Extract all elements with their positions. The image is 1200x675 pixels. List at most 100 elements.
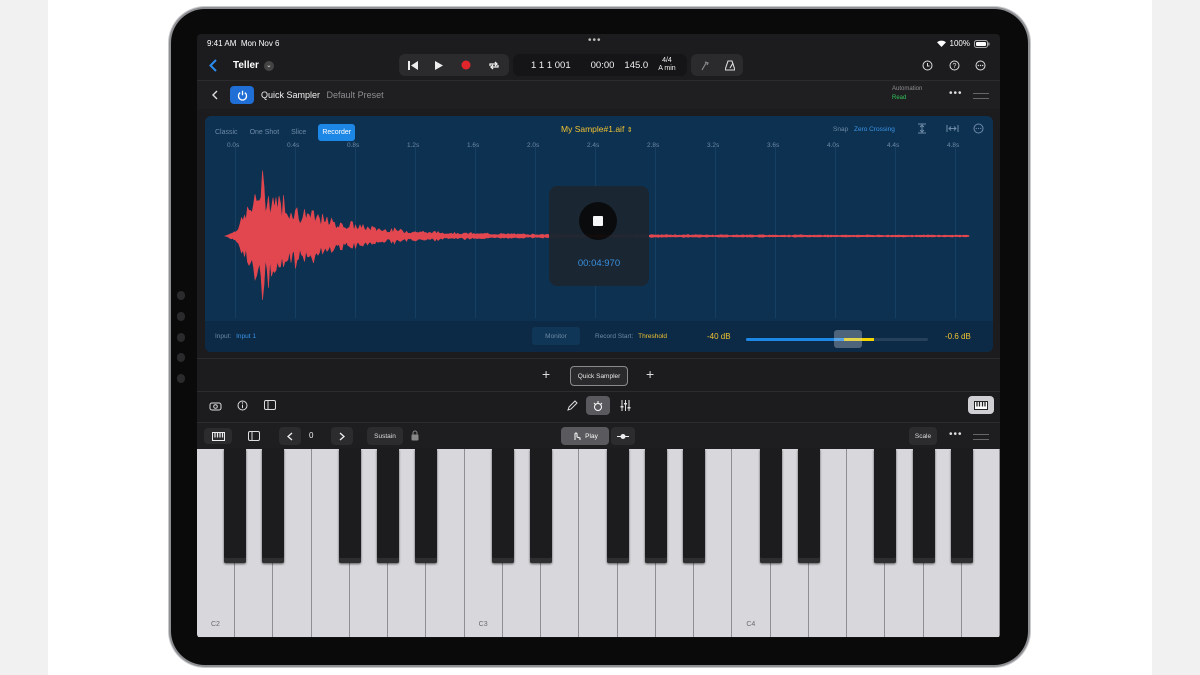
plugin-view-button[interactable] (586, 396, 610, 415)
add-plugin-left-button[interactable]: + (542, 366, 550, 382)
black-key[interactable] (912, 449, 935, 563)
battery-icon (974, 39, 990, 48)
power-icon (237, 90, 247, 101)
ellipsis-icon[interactable]: ••• (949, 429, 963, 440)
chevron-down-icon: ⌄ (263, 60, 274, 71)
stop-icon (593, 216, 603, 226)
keyboard-layout-button[interactable] (204, 428, 232, 444)
record-icon[interactable] (461, 60, 471, 70)
bar-position: 1 1 1 001 (531, 59, 571, 71)
black-key[interactable] (874, 449, 897, 563)
recording-time: 00:04:970 (577, 258, 621, 269)
black-key[interactable] (606, 449, 629, 563)
threshold-value: -40 dB (707, 332, 731, 341)
stop-record-button[interactable] (579, 202, 617, 240)
metronome-icon[interactable] (725, 59, 735, 71)
monitor-label: Monitor (545, 332, 567, 340)
preset-name[interactable]: Default Preset (327, 90, 384, 100)
plugin-name: Quick Sampler (261, 90, 321, 100)
info-icon[interactable] (237, 400, 248, 411)
black-key[interactable] (224, 449, 247, 563)
octave-label: C2 (211, 621, 220, 628)
glide-icon (617, 433, 629, 439)
octave-up-button[interactable] (331, 427, 353, 445)
black-key[interactable] (683, 449, 706, 563)
record-start-selector[interactable]: Threshold (638, 333, 667, 340)
library-icon[interactable] (209, 400, 222, 411)
octave-label: C4 (746, 621, 756, 628)
piano-keyboard: C2 C3 C4 (197, 449, 1000, 638)
history-icon[interactable] (922, 60, 933, 71)
glide-mode-button[interactable] (611, 427, 635, 445)
keyboard-view-button[interactable] (968, 396, 994, 414)
black-key[interactable] (530, 449, 553, 563)
browser-icon[interactable] (264, 400, 276, 410)
octave-down-button[interactable] (279, 427, 301, 445)
help-icon[interactable]: ? (949, 60, 960, 71)
black-key[interactable] (644, 449, 667, 563)
black-key[interactable] (415, 449, 438, 563)
lcd-display[interactable]: 1 1 1 001 00:00 145.0 4/4 A min (513, 54, 687, 76)
monitor-button[interactable]: Monitor (532, 327, 580, 345)
black-key[interactable] (950, 449, 973, 563)
tuner-metronome-group (691, 54, 743, 76)
black-key[interactable] (797, 449, 820, 563)
sidebar-icon[interactable] (248, 431, 260, 441)
recording-overlay: 00:04:970 (549, 186, 649, 286)
knob-icon (593, 400, 603, 411)
status-date: Mon Nov 6 (240, 39, 280, 48)
cycle-icon[interactable] (488, 61, 500, 70)
sustain-label: Sustain (374, 432, 396, 440)
app-screen: 9:41 AM Mon Nov 6 ••• 100% Teller ⌄ 1 1 … (197, 34, 1000, 638)
automation-mode: Read (892, 95, 907, 101)
black-key[interactable] (759, 449, 782, 563)
pencil-icon[interactable] (567, 400, 578, 411)
side-button (177, 291, 185, 300)
drag-handle-icon[interactable] (973, 93, 989, 99)
level-value: -0.6 dB (945, 332, 971, 341)
plugin-header: Quick Sampler Default Preset Automation … (197, 80, 1000, 109)
back-chevron-icon[interactable] (209, 59, 217, 72)
tuner-fork-icon[interactable] (699, 60, 709, 71)
drag-handle-icon[interactable] (973, 434, 989, 440)
back-icon[interactable] (212, 90, 218, 100)
threshold-slider-handle[interactable] (834, 330, 862, 348)
plugin-tab-label: Quick Sampler (577, 372, 621, 380)
status-bar: 9:41 AM Mon Nov 6 ••• 100% (197, 34, 1000, 52)
octave-label: C3 (478, 621, 488, 628)
black-key[interactable] (262, 449, 285, 563)
mixer-icon[interactable] (620, 400, 631, 411)
sustain-button[interactable]: Sustain (367, 427, 403, 445)
record-settings-bar: Input: Input 1 Monitor Record Start: Thr… (205, 321, 993, 352)
chevron-left-icon (287, 432, 293, 440)
power-button[interactable] (230, 86, 254, 104)
project-name: Teller (233, 60, 259, 71)
status-time: 9:41 AM (207, 39, 237, 48)
add-plugin-right-button[interactable]: + (646, 366, 654, 382)
battery-percent: 100% (949, 39, 970, 48)
scale-button[interactable]: Scale (909, 427, 937, 445)
multitasking-dots-icon[interactable]: ••• (588, 35, 602, 46)
chevron-right-icon (339, 432, 345, 440)
time-signature: 4/4 (662, 57, 672, 64)
control-strip (197, 392, 1000, 420)
automation-selector[interactable]: Automation Read (892, 85, 922, 103)
piano-icon (211, 431, 225, 441)
lock-icon[interactable] (411, 430, 419, 441)
ellipsis-icon[interactable]: ••• (949, 88, 963, 99)
input-selector[interactable]: Input 1 (236, 333, 256, 340)
plugin-tab-quick-sampler[interactable]: Quick Sampler (570, 366, 628, 386)
input-label: Input: (215, 333, 232, 340)
scale-label: Scale (914, 432, 932, 440)
side-button (177, 353, 185, 362)
black-key[interactable] (491, 449, 514, 563)
more-options-icon[interactable] (975, 60, 986, 71)
input-level-fill (746, 338, 848, 341)
side-button (177, 312, 185, 321)
play-icon[interactable] (435, 60, 444, 70)
project-title[interactable]: Teller ⌄ (233, 60, 274, 71)
play-mode-button[interactable]: Play (561, 427, 609, 445)
rewind-icon[interactable] (407, 60, 418, 70)
black-key[interactable] (338, 449, 361, 563)
black-key[interactable] (377, 449, 400, 563)
